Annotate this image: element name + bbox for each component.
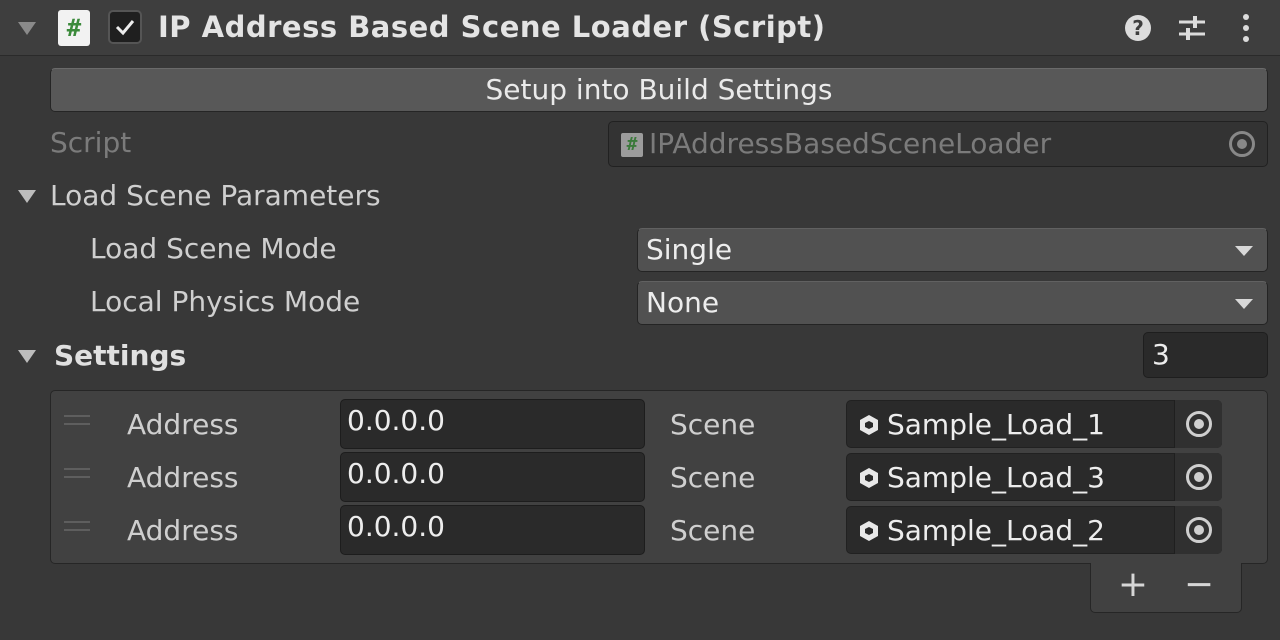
scene-value: Sample_Load_3 <box>887 461 1105 494</box>
object-picker-icon <box>1186 464 1212 490</box>
address-value: 0.0.0.0 <box>347 404 445 437</box>
local-physics-mode-dropdown[interactable]: None <box>637 281 1268 325</box>
address-value: 0.0.0.0 <box>347 457 445 490</box>
local-physics-mode-label: Local Physics Mode <box>90 285 361 318</box>
scene-label: Scene <box>670 514 756 547</box>
list-item: Address 0.0.0.0 Scene Sample_Load_1 <box>50 398 1268 450</box>
object-picker-icon <box>1186 517 1212 543</box>
setup-build-settings-button[interactable]: Setup into Build Settings <box>50 68 1268 112</box>
address-input[interactable]: 0.0.0.0 <box>340 505 645 555</box>
add-element-button[interactable]: + <box>1109 563 1157 609</box>
scene-object-field[interactable]: Sample_Load_1 <box>846 400 1222 448</box>
script-label: Script <box>50 126 132 159</box>
drag-handle-icon[interactable] <box>64 521 90 531</box>
address-label: Address <box>127 408 239 441</box>
address-input[interactable]: 0.0.0.0 <box>340 452 645 502</box>
list-item: Address 0.0.0.0 Scene Sample_Load_2 <box>50 504 1268 556</box>
local-physics-mode-value: None <box>646 286 720 319</box>
settings-foldout-arrow[interactable] <box>18 350 36 363</box>
script-value: IPAddressBasedSceneLoader <box>649 127 1052 160</box>
chevron-down-icon <box>1235 299 1253 309</box>
unity-scene-icon <box>860 521 878 541</box>
scene-label: Scene <box>670 461 756 494</box>
list-add-remove-footer: + − <box>1090 563 1242 613</box>
script-file-icon: # <box>621 133 643 157</box>
object-picker-button[interactable] <box>1174 506 1222 554</box>
help-icon[interactable]: ? <box>1122 12 1154 44</box>
settings-array-size-field[interactable]: 3 <box>1143 332 1268 378</box>
address-value: 0.0.0.0 <box>347 510 445 543</box>
load-scene-mode-label: Load Scene Mode <box>90 232 337 265</box>
settings-label[interactable]: Settings <box>54 339 186 372</box>
list-item: Address 0.0.0.0 Scene Sample_Load_3 <box>50 451 1268 503</box>
load-scene-mode-dropdown[interactable]: Single <box>637 228 1268 272</box>
object-picker-button[interactable] <box>1174 400 1222 448</box>
object-picker-button[interactable] <box>1174 453 1222 501</box>
component-enabled-checkbox[interactable] <box>108 10 142 44</box>
preset-icon[interactable] <box>1176 12 1208 44</box>
scene-value: Sample_Load_1 <box>887 408 1105 441</box>
script-file-icon: # <box>58 10 90 46</box>
object-picker-icon <box>1229 131 1255 157</box>
object-picker-icon <box>1186 411 1212 437</box>
chevron-down-icon <box>1235 246 1253 256</box>
script-object-field: # IPAddressBasedSceneLoader <box>608 121 1268 167</box>
load-scene-parameters-label[interactable]: Load Scene Parameters <box>50 179 381 212</box>
unity-scene-icon <box>860 415 878 435</box>
settings-array-size-value: 3 <box>1152 338 1170 371</box>
checkmark-icon <box>115 20 135 36</box>
component-foldout-arrow[interactable] <box>18 22 36 35</box>
scene-value: Sample_Load_2 <box>887 514 1105 547</box>
load-scene-mode-value: Single <box>646 233 733 266</box>
load-scene-parameters-foldout-arrow[interactable] <box>18 190 36 203</box>
drag-handle-icon[interactable] <box>64 468 90 478</box>
scene-label: Scene <box>670 408 756 441</box>
svg-text:?: ? <box>1132 16 1144 40</box>
more-icon[interactable] <box>1230 12 1262 44</box>
remove-element-button[interactable]: − <box>1175 563 1223 609</box>
address-input[interactable]: 0.0.0.0 <box>340 399 645 449</box>
unity-scene-icon <box>860 468 878 488</box>
component-title: IP Address Based Scene Loader (Script) <box>158 10 826 44</box>
drag-handle-icon[interactable] <box>64 415 90 425</box>
address-label: Address <box>127 514 239 547</box>
scene-object-field[interactable]: Sample_Load_3 <box>846 453 1222 501</box>
scene-object-field[interactable]: Sample_Load_2 <box>846 506 1222 554</box>
address-label: Address <box>127 461 239 494</box>
